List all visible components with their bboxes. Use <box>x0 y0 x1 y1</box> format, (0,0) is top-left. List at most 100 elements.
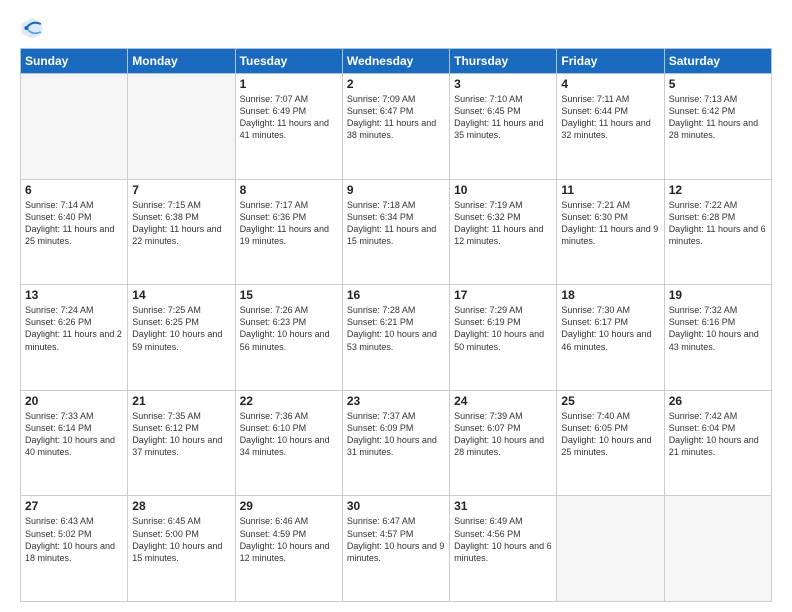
day-number: 31 <box>454 499 552 513</box>
day-number: 23 <box>347 394 445 408</box>
day-number: 6 <box>25 183 123 197</box>
calendar-cell: 7 Sunrise: 7:15 AM Sunset: 6:38 PM Daylig… <box>128 179 235 285</box>
calendar-cell: 18 Sunrise: 7:30 AM Sunset: 6:17 PM Dayli… <box>557 285 664 391</box>
day-number: 16 <box>347 288 445 302</box>
day-number: 24 <box>454 394 552 408</box>
calendar-cell <box>21 74 128 180</box>
cell-info: Sunrise: 7:40 AM Sunset: 6:05 PM Dayligh… <box>561 410 659 459</box>
day-number: 2 <box>347 77 445 91</box>
cell-info: Sunrise: 7:14 AM Sunset: 6:40 PM Dayligh… <box>25 199 123 248</box>
calendar-table: SundayMondayTuesdayWednesdayThursdayFrid… <box>20 48 772 602</box>
calendar-cell: 14 Sunrise: 7:25 AM Sunset: 6:25 PM Dayli… <box>128 285 235 391</box>
weekday-header-thursday: Thursday <box>450 49 557 74</box>
weekday-header-wednesday: Wednesday <box>342 49 449 74</box>
day-number: 3 <box>454 77 552 91</box>
cell-info: Sunrise: 7:10 AM Sunset: 6:45 PM Dayligh… <box>454 93 552 142</box>
cell-info: Sunrise: 7:25 AM Sunset: 6:25 PM Dayligh… <box>132 304 230 353</box>
calendar-cell: 6 Sunrise: 7:14 AM Sunset: 6:40 PM Daylig… <box>21 179 128 285</box>
day-number: 4 <box>561 77 659 91</box>
cell-info: Sunrise: 7:26 AM Sunset: 6:23 PM Dayligh… <box>240 304 338 353</box>
weekday-header-tuesday: Tuesday <box>235 49 342 74</box>
day-number: 19 <box>669 288 767 302</box>
calendar-cell: 23 Sunrise: 7:37 AM Sunset: 6:09 PM Dayli… <box>342 390 449 496</box>
calendar-cell: 2 Sunrise: 7:09 AM Sunset: 6:47 PM Daylig… <box>342 74 449 180</box>
calendar-cell: 11Sunrise: 7:21 AM Sunset: 6:30 PM Dayli… <box>557 179 664 285</box>
day-number: 14 <box>132 288 230 302</box>
cell-info: Sunrise: 7:19 AM Sunset: 6:32 PM Dayligh… <box>454 199 552 248</box>
logo <box>20 16 50 40</box>
calendar-cell: 20 Sunrise: 7:33 AM Sunset: 6:14 PM Dayli… <box>21 390 128 496</box>
header <box>20 16 772 40</box>
week-row-4: 20 Sunrise: 7:33 AM Sunset: 6:14 PM Dayli… <box>21 390 772 496</box>
cell-info: Sunrise: 7:29 AM Sunset: 6:19 PM Dayligh… <box>454 304 552 353</box>
calendar-cell: 25 Sunrise: 7:40 AM Sunset: 6:05 PM Dayli… <box>557 390 664 496</box>
calendar-cell: 27 Sunrise: 6:43 AM Sunset: 5:02 PM Dayli… <box>21 496 128 602</box>
cell-info: Sunrise: 7:17 AM Sunset: 6:36 PM Dayligh… <box>240 199 338 248</box>
calendar-cell: 28 Sunrise: 6:45 AM Sunset: 5:00 PM Dayli… <box>128 496 235 602</box>
day-number: 21 <box>132 394 230 408</box>
cell-info: Sunrise: 7:32 AM Sunset: 6:16 PM Dayligh… <box>669 304 767 353</box>
calendar-cell: 10 Sunrise: 7:19 AM Sunset: 6:32 PM Dayli… <box>450 179 557 285</box>
cell-info: Sunrise: 7:11 AM Sunset: 6:44 PM Dayligh… <box>561 93 659 142</box>
generalblue-icon <box>20 16 44 40</box>
calendar-cell: 8 Sunrise: 7:17 AM Sunset: 6:36 PM Daylig… <box>235 179 342 285</box>
weekday-header-saturday: Saturday <box>664 49 771 74</box>
weekday-header-friday: Friday <box>557 49 664 74</box>
day-number: 22 <box>240 394 338 408</box>
calendar-cell: 19 Sunrise: 7:32 AM Sunset: 6:16 PM Dayli… <box>664 285 771 391</box>
calendar-cell <box>664 496 771 602</box>
day-number: 18 <box>561 288 659 302</box>
cell-info: Sunrise: 7:37 AM Sunset: 6:09 PM Dayligh… <box>347 410 445 459</box>
calendar-cell: 31 Sunrise: 6:49 AM Sunset: 4:56 PM Dayli… <box>450 496 557 602</box>
page: SundayMondayTuesdayWednesdayThursdayFrid… <box>0 0 792 612</box>
day-number: 17 <box>454 288 552 302</box>
calendar-cell: 1 Sunrise: 7:07 AM Sunset: 6:49 PM Daylig… <box>235 74 342 180</box>
cell-info: Sunrise: 7:33 AM Sunset: 6:14 PM Dayligh… <box>25 410 123 459</box>
day-number: 15 <box>240 288 338 302</box>
day-number: 27 <box>25 499 123 513</box>
day-number: 10 <box>454 183 552 197</box>
cell-info: Sunrise: 7:42 AM Sunset: 6:04 PM Dayligh… <box>669 410 767 459</box>
calendar-cell: 24Sunrise: 7:39 AM Sunset: 6:07 PM Dayli… <box>450 390 557 496</box>
day-number: 7 <box>132 183 230 197</box>
day-number: 28 <box>132 499 230 513</box>
cell-info: Sunrise: 7:36 AM Sunset: 6:10 PM Dayligh… <box>240 410 338 459</box>
day-number: 25 <box>561 394 659 408</box>
cell-info: Sunrise: 6:49 AM Sunset: 4:56 PM Dayligh… <box>454 515 552 564</box>
calendar-cell: 22 Sunrise: 7:36 AM Sunset: 6:10 PM Dayli… <box>235 390 342 496</box>
calendar-cell: 29Sunrise: 6:46 AM Sunset: 4:59 PM Dayli… <box>235 496 342 602</box>
cell-info: Sunrise: 7:22 AM Sunset: 6:28 PM Dayligh… <box>669 199 767 248</box>
calendar-cell: 4 Sunrise: 7:11 AM Sunset: 6:44 PM Daylig… <box>557 74 664 180</box>
day-number: 30 <box>347 499 445 513</box>
cell-info: Sunrise: 7:13 AM Sunset: 6:42 PM Dayligh… <box>669 93 767 142</box>
day-number: 11 <box>561 183 659 197</box>
day-number: 5 <box>669 77 767 91</box>
cell-info: Sunrise: 6:43 AM Sunset: 5:02 PM Dayligh… <box>25 515 123 564</box>
day-number: 1 <box>240 77 338 91</box>
calendar-cell: 12Sunrise: 7:22 AM Sunset: 6:28 PM Dayli… <box>664 179 771 285</box>
cell-info: Sunrise: 7:09 AM Sunset: 6:47 PM Dayligh… <box>347 93 445 142</box>
day-number: 20 <box>25 394 123 408</box>
calendar-cell: 9 Sunrise: 7:18 AM Sunset: 6:34 PM Daylig… <box>342 179 449 285</box>
calendar-cell: 16 Sunrise: 7:28 AM Sunset: 6:21 PM Dayli… <box>342 285 449 391</box>
cell-info: Sunrise: 7:18 AM Sunset: 6:34 PM Dayligh… <box>347 199 445 248</box>
cell-info: Sunrise: 6:45 AM Sunset: 5:00 PM Dayligh… <box>132 515 230 564</box>
calendar-cell: 17 Sunrise: 7:29 AM Sunset: 6:19 PM Dayli… <box>450 285 557 391</box>
calendar-cell <box>128 74 235 180</box>
week-row-5: 27 Sunrise: 6:43 AM Sunset: 5:02 PM Dayli… <box>21 496 772 602</box>
calendar-cell: 13 Sunrise: 7:24 AM Sunset: 6:26 PM Dayli… <box>21 285 128 391</box>
day-number: 9 <box>347 183 445 197</box>
cell-info: Sunrise: 7:28 AM Sunset: 6:21 PM Dayligh… <box>347 304 445 353</box>
cell-info: Sunrise: 7:30 AM Sunset: 6:17 PM Dayligh… <box>561 304 659 353</box>
calendar-cell: 30Sunrise: 6:47 AM Sunset: 4:57 PM Dayli… <box>342 496 449 602</box>
week-row-1: 1 Sunrise: 7:07 AM Sunset: 6:49 PM Daylig… <box>21 74 772 180</box>
cell-info: Sunrise: 7:07 AM Sunset: 6:49 PM Dayligh… <box>240 93 338 142</box>
cell-info: Sunrise: 7:24 AM Sunset: 6:26 PM Dayligh… <box>25 304 123 353</box>
cell-info: Sunrise: 7:15 AM Sunset: 6:38 PM Dayligh… <box>132 199 230 248</box>
day-number: 29 <box>240 499 338 513</box>
day-number: 13 <box>25 288 123 302</box>
day-number: 8 <box>240 183 338 197</box>
cell-info: Sunrise: 7:35 AM Sunset: 6:12 PM Dayligh… <box>132 410 230 459</box>
calendar-cell: 26Sunrise: 7:42 AM Sunset: 6:04 PM Dayli… <box>664 390 771 496</box>
weekday-header-monday: Monday <box>128 49 235 74</box>
